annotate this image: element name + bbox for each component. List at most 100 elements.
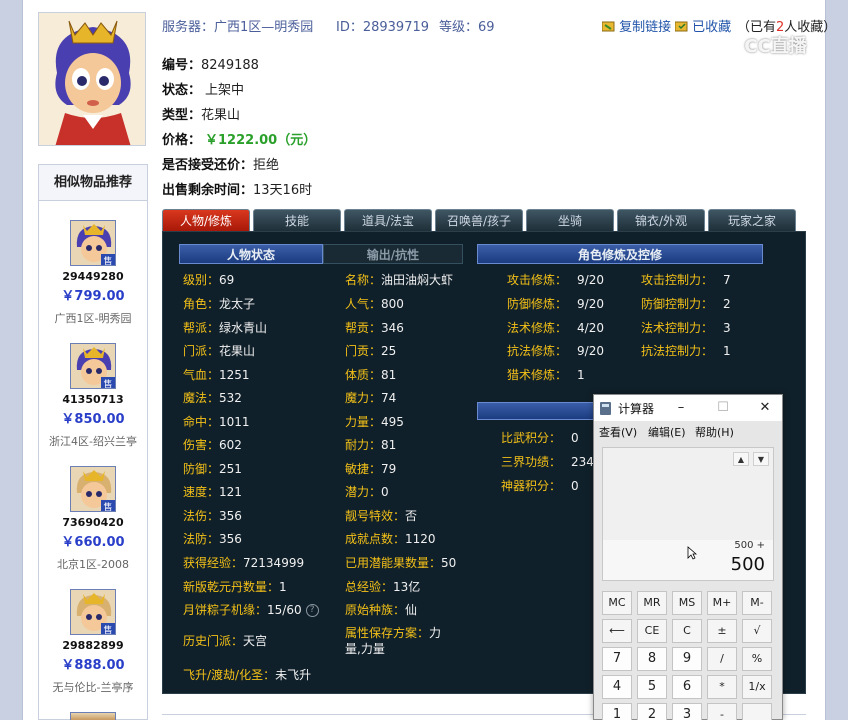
- similar-item-id: 29882899: [62, 639, 124, 652]
- tab-mounts[interactable]: 坐骑: [526, 209, 614, 231]
- similar-item-server: 浙江4区-绍兴兰亭: [49, 435, 137, 448]
- expression-display: 500 +: [734, 540, 765, 551]
- item-price-row: 价格： ￥1222.00（元）: [162, 133, 317, 148]
- key-6[interactable]: 6: [672, 675, 702, 699]
- key-5[interactable]: 5: [637, 675, 667, 699]
- key-ce[interactable]: CE: [637, 619, 667, 643]
- subtab-output-resist[interactable]: 输出/抗性: [323, 244, 463, 264]
- similar-item[interactable]: 售 73690420 ￥660.00 北京1区-2008: [39, 466, 147, 572]
- scroll-up-button[interactable]: ▲: [733, 452, 749, 466]
- item-thumbnail[interactable]: 售: [70, 343, 116, 389]
- key-8[interactable]: 8: [637, 647, 667, 671]
- key-m-plus[interactable]: M+: [707, 591, 737, 615]
- tab-skills[interactable]: 技能: [253, 209, 341, 231]
- stat-guild: 帮派：绿水青山: [183, 321, 268, 335]
- stat-hp: 气血：1251: [183, 368, 250, 382]
- key-percent[interactable]: %: [742, 647, 772, 671]
- key-3[interactable]: 3: [672, 703, 702, 720]
- stat-achievement: 成就点数：1120: [345, 532, 436, 546]
- stat-damage: 伤害：602: [183, 438, 242, 452]
- key-divide[interactable]: /: [707, 647, 737, 671]
- stat-potential: 潜力：0: [345, 485, 389, 499]
- help-icon[interactable]: ?: [305, 604, 319, 617]
- similar-item[interactable]: [39, 712, 147, 720]
- cult-hunt: 猎术修炼： 1: [507, 368, 585, 382]
- stat-ascension: 飞升/渡劫/化圣：未飞升: [183, 668, 312, 682]
- tab-outfits[interactable]: 锦衣/外观: [617, 209, 705, 231]
- tab-home[interactable]: 玩家之家: [708, 209, 796, 231]
- key-negate[interactable]: ±: [707, 619, 737, 643]
- key-equals[interactable]: [742, 703, 772, 720]
- stat-role: 角色：龙太子: [183, 297, 256, 311]
- menu-help[interactable]: 帮助(H): [695, 424, 734, 440]
- key-mr[interactable]: MR: [637, 591, 667, 615]
- id-label: ID：28939719: [336, 20, 430, 35]
- key-1[interactable]: 1: [602, 703, 632, 720]
- stat-history-school: 历史门派：天宫: [183, 634, 268, 648]
- maximize-button[interactable]: ☐: [708, 395, 738, 421]
- item-thumbnail[interactable]: 售: [70, 589, 116, 635]
- key-multiply[interactable]: *: [707, 675, 737, 699]
- key-subtract[interactable]: -: [707, 703, 737, 720]
- similar-item[interactable]: 售 29449280 ￥799.00 广西1区-明秀园: [39, 220, 147, 326]
- similar-item[interactable]: 售 29882899 ￥888.00 无与伦比-兰亭序: [39, 589, 147, 695]
- key-mc[interactable]: MC: [602, 591, 632, 615]
- key-4[interactable]: 4: [602, 675, 632, 699]
- character-portrait: [38, 12, 146, 146]
- copy-link-button[interactable]: 复制链接: [601, 16, 672, 35]
- item-thumbnail[interactable]: 售: [70, 220, 116, 266]
- stat-total-exp: 总经验：13亿: [345, 580, 421, 594]
- stat-exp: 获得经验：72134999: [183, 556, 305, 570]
- calculator-titlebar[interactable]: 计算器 – ☐ ✕: [594, 395, 782, 421]
- stat-name: 名称：油田油焖大虾: [345, 273, 454, 287]
- scroll-down-button[interactable]: ▼: [753, 452, 769, 466]
- similar-item-id: 29449280: [62, 270, 124, 283]
- copy-link-label: 复制链接: [619, 20, 672, 35]
- minimize-button[interactable]: –: [666, 395, 696, 421]
- similar-item[interactable]: 售 41350713 ￥850.00 浙江4区-绍兴兰亭: [39, 343, 147, 449]
- ctrl-defense: 防御控制力： 2: [641, 297, 731, 311]
- calculator-window[interactable]: 计算器 – ☐ ✕ 查看(V) 编辑(E) 帮助(H) ▲ ▼ 500 + 50…: [593, 394, 783, 720]
- key-c[interactable]: C: [672, 619, 702, 643]
- key-backspace[interactable]: ⟵: [602, 619, 632, 643]
- stat-magic-power: 魔力：74: [345, 391, 397, 405]
- menu-edit[interactable]: 编辑(E): [648, 424, 686, 440]
- link-icon: [601, 21, 615, 32]
- tab-items[interactable]: 道具/法宝: [344, 209, 432, 231]
- server-label: 服务器：广西1区—明秀园: [162, 20, 314, 35]
- key-ms[interactable]: MS: [672, 591, 702, 615]
- sidebar-title: 相似物品推荐: [39, 165, 147, 201]
- key-2[interactable]: 2: [637, 703, 667, 720]
- stat-hit: 命中：1011: [183, 415, 250, 429]
- item-thumbnail[interactable]: [70, 712, 116, 720]
- remaining-time-row: 出售剩余时间：13天16时: [162, 183, 313, 198]
- stat-popularity: 人气：800: [345, 297, 404, 311]
- tab-character[interactable]: 人物/修炼: [162, 209, 250, 231]
- key-9[interactable]: 9: [672, 647, 702, 671]
- stat-constitution: 体质：81: [345, 368, 397, 382]
- menu-view[interactable]: 查看(V): [599, 424, 637, 440]
- svg-text:售: 售: [103, 378, 112, 389]
- stat-defense: 防御：251: [183, 462, 242, 476]
- character-illustration: [39, 13, 145, 145]
- key-m-minus[interactable]: M-: [742, 591, 772, 615]
- ctrl-resist: 抗法控制力： 1: [641, 344, 731, 358]
- stat-qianyuan: 新版乾元丹数量：1: [183, 580, 287, 594]
- similar-item-price: ￥888.00: [61, 658, 125, 673]
- tab-pets[interactable]: 召唤兽/孩子: [435, 209, 523, 231]
- close-button[interactable]: ✕: [750, 395, 780, 421]
- subtab-character-status[interactable]: 人物状态: [179, 244, 323, 264]
- item-status-row: 状态： 上架中: [162, 83, 245, 98]
- item-thumbnail[interactable]: 售: [70, 466, 116, 512]
- svg-text:售: 售: [103, 501, 112, 512]
- calculator-app-icon: [600, 402, 611, 415]
- stat-agility: 敏捷：79: [345, 462, 397, 476]
- similar-item-server: 无与伦比-兰亭序: [52, 681, 134, 694]
- key-7[interactable]: 7: [602, 647, 632, 671]
- stat-speed: 速度：121: [183, 485, 242, 499]
- svg-text:售: 售: [103, 624, 112, 635]
- stat-potential-fruit: 已用潜能果数量：50: [345, 556, 457, 570]
- key-reciprocal[interactable]: 1/x: [742, 675, 772, 699]
- key-sqrt[interactable]: √: [742, 619, 772, 643]
- similar-item-server: 广西1区-明秀园: [54, 312, 132, 325]
